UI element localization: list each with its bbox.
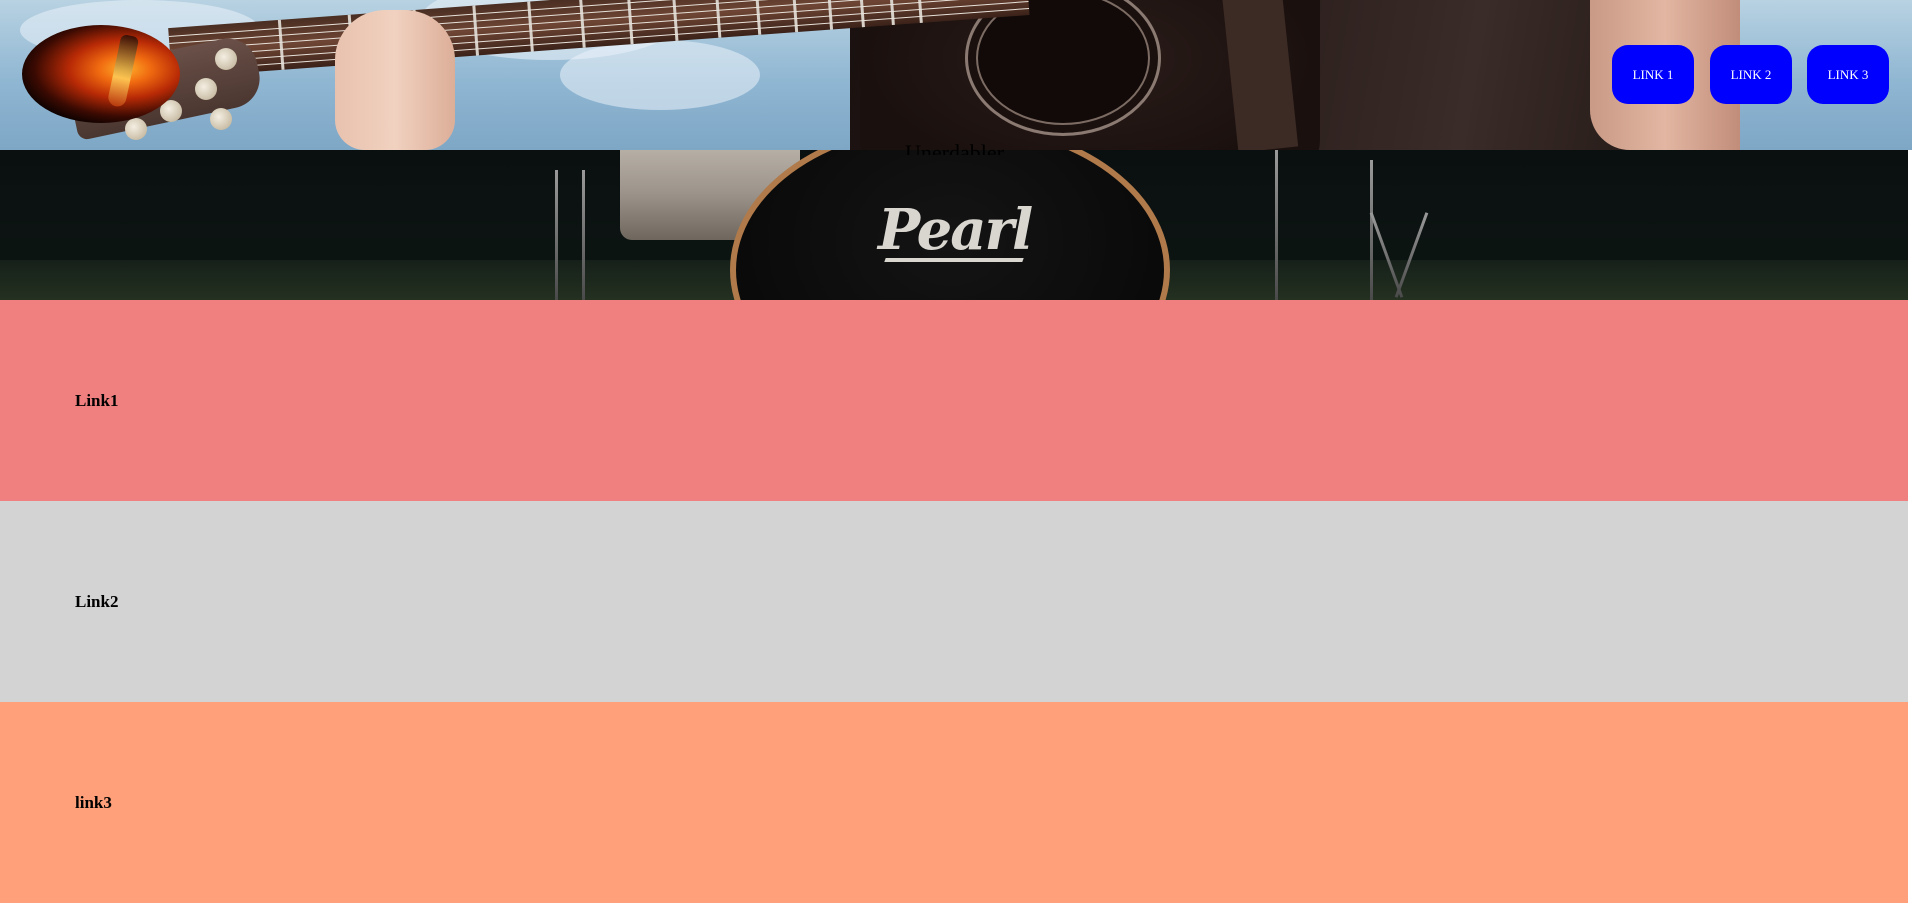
nav-link-1-button[interactable]: LINK 1	[1612, 45, 1694, 104]
drum-stand-image	[582, 170, 585, 300]
tuner-peg-icon	[210, 108, 232, 130]
site-logo[interactable]	[22, 25, 180, 123]
nav-link-2-button[interactable]: LINK 2	[1710, 45, 1792, 104]
cymbal-stand-image	[1370, 160, 1373, 300]
hero-band: Pearl	[0, 150, 1908, 300]
nav-link-2-label: LINK 2	[1730, 66, 1772, 82]
hand-image	[335, 10, 455, 150]
drum-stand-image	[555, 170, 558, 300]
hero-title: Unerdabler	[905, 140, 1004, 155]
nav-link-3-button[interactable]: LINK 3	[1807, 45, 1889, 104]
section-link3-label: link3	[75, 792, 112, 812]
tuner-peg-icon	[215, 48, 237, 70]
nav-link-1-label: LINK 1	[1632, 66, 1674, 82]
section-link3: link3	[0, 702, 1908, 903]
nav-link-3-label: LINK 3	[1827, 66, 1869, 82]
drum-brand-underline	[884, 258, 1024, 262]
section-link1-label: Link1	[75, 390, 119, 410]
section-link2: Link2	[0, 501, 1908, 702]
cloud-decoration	[560, 40, 760, 110]
tuner-peg-icon	[125, 118, 147, 140]
section-link2-label: Link2	[75, 591, 119, 611]
cymbal-stand-image	[1275, 150, 1278, 300]
drum-brand-logo: Pearl	[878, 197, 1033, 263]
flaming-guitar-logo-icon	[106, 33, 140, 109]
section-link1: Link1	[0, 300, 1908, 501]
tuner-peg-icon	[195, 78, 217, 100]
header: LINK 1 LINK 2 LINK 3	[0, 0, 1912, 150]
